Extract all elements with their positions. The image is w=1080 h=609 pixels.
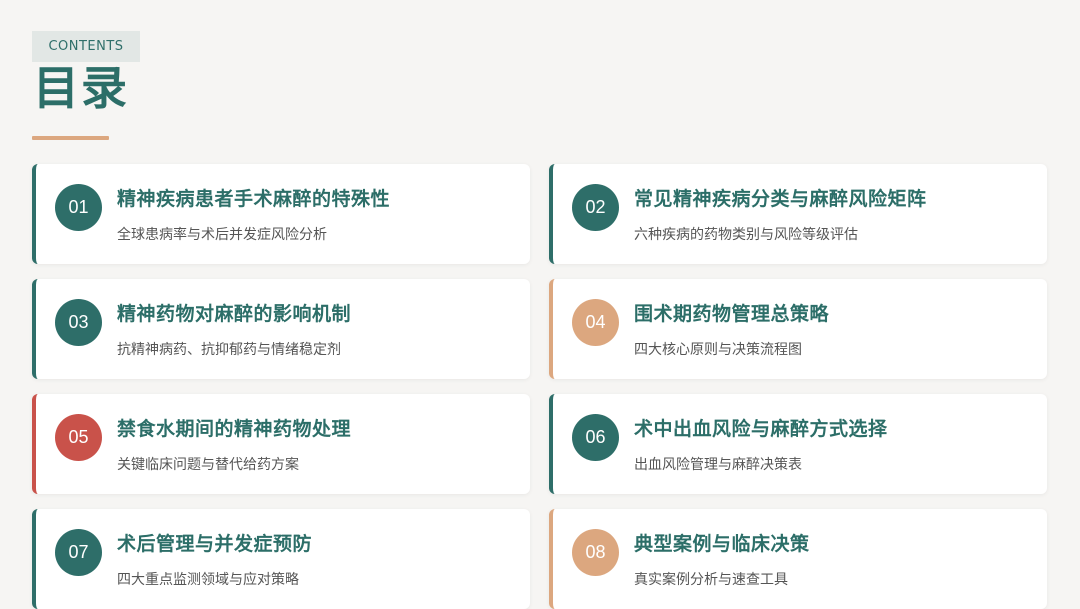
item-title: 精神疾病患者手术麻醉的特殊性	[117, 188, 391, 210]
item-number-badge: 08	[572, 529, 619, 576]
item-title: 围术期药物管理总策略	[634, 303, 830, 325]
item-subtitle: 真实案例分析与速查工具	[634, 572, 788, 588]
title-underline	[32, 136, 109, 140]
toc-item-07[interactable]: 07 术后管理与并发症预防 四大重点监测领域与应对策略	[32, 509, 530, 609]
item-title: 典型案例与临床决策	[634, 533, 810, 555]
toc-item-04[interactable]: 04 围术期药物管理总策略 四大核心原则与决策流程图	[549, 279, 1047, 379]
toc-item-02[interactable]: 02 常见精神疾病分类与麻醉风险矩阵 六种疾病的药物类别与风险等级评估	[549, 164, 1047, 264]
item-subtitle: 抗精神病药、抗抑郁药与情绪稳定剂	[117, 342, 341, 358]
toc-item-03[interactable]: 03 精神药物对麻醉的影响机制 抗精神病药、抗抑郁药与情绪稳定剂	[32, 279, 530, 379]
toc-item-05[interactable]: 05 禁食水期间的精神药物处理 关键临床问题与替代给药方案	[32, 394, 530, 494]
toc-item-08[interactable]: 08 典型案例与临床决策 真实案例分析与速查工具	[549, 509, 1047, 609]
item-title: 禁食水期间的精神药物处理	[117, 418, 352, 440]
item-title: 术中出血风险与麻醉方式选择	[634, 418, 888, 440]
toc-item-06[interactable]: 06 术中出血风险与麻醉方式选择 出血风险管理与麻醉决策表	[549, 394, 1047, 494]
item-number-badge: 02	[572, 184, 619, 231]
item-subtitle: 全球患病率与术后并发症风险分析	[117, 227, 327, 243]
item-title: 常见精神疾病分类与麻醉风险矩阵	[634, 188, 927, 210]
item-number-badge: 05	[55, 414, 102, 461]
item-number-badge: 07	[55, 529, 102, 576]
item-title: 术后管理与并发症预防	[117, 533, 313, 555]
item-number-badge: 04	[572, 299, 619, 346]
item-subtitle: 关键临床问题与替代给药方案	[117, 457, 299, 473]
toc-item-01[interactable]: 01 精神疾病患者手术麻醉的特殊性 全球患病率与术后并发症风险分析	[32, 164, 530, 264]
page-title: 目录	[33, 61, 129, 115]
item-number-badge: 03	[55, 299, 102, 346]
item-title: 精神药物对麻醉的影响机制	[117, 303, 352, 325]
item-number-badge: 01	[55, 184, 102, 231]
item-subtitle: 四大重点监测领域与应对策略	[117, 572, 299, 588]
item-number-badge: 06	[572, 414, 619, 461]
item-subtitle: 六种疾病的药物类别与风险等级评估	[634, 227, 858, 243]
item-subtitle: 四大核心原则与决策流程图	[634, 342, 802, 358]
item-subtitle: 出血风险管理与麻醉决策表	[634, 457, 802, 473]
